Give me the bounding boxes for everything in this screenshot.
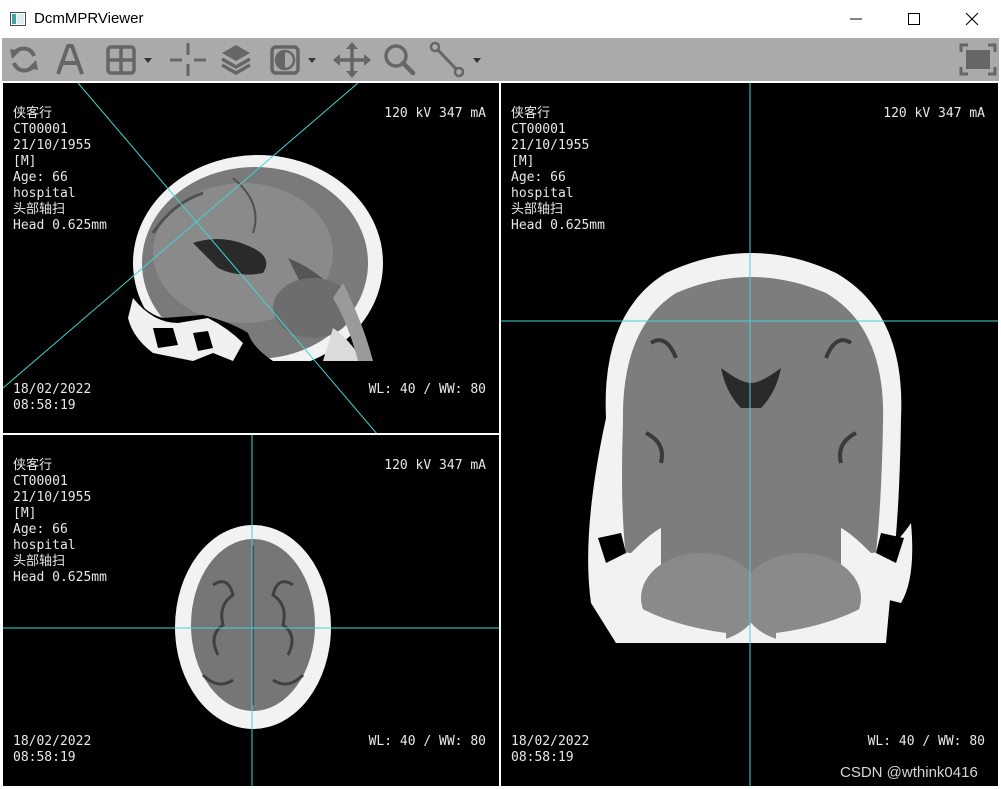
measure-tool-button[interactable] [428, 41, 486, 78]
window-level-readout: WL: 40 / WW: 80 [368, 382, 486, 397]
patient-age: Age: 66 [13, 170, 68, 185]
magnifier-icon [384, 44, 416, 76]
study-date: 18/02/2022 [13, 382, 92, 397]
patient-name: 侠客行 [511, 106, 551, 121]
minimize-button[interactable] [827, 0, 885, 38]
birth-date: 21/10/1955 [13, 490, 92, 505]
study-datetime-overlay: 18/02/2022 08:58:19 [13, 382, 91, 414]
study-time: 08:58:19 [511, 750, 574, 765]
reset-tool-button[interactable] [6, 41, 42, 78]
institution: hospital [511, 186, 574, 201]
patient-info-overlay: 侠客行 CT00001 21/10/1955 [M] Age: 66 hospi… [13, 106, 107, 234]
patient-age: Age: 66 [511, 170, 566, 185]
grid-icon [106, 45, 152, 75]
institution: hospital [13, 538, 76, 553]
study-description: 头部轴扫 [511, 202, 564, 217]
contrast-icon [270, 45, 316, 75]
birth-date: 21/10/1955 [511, 138, 590, 153]
patient-sex: [M] [13, 506, 37, 521]
layout-tool-button[interactable] [104, 41, 156, 78]
study-datetime-overlay: 18/02/2022 08:58:19 [13, 734, 91, 766]
axial-viewport[interactable]: 侠客行 CT00001 21/10/1955 [M] Age: 66 hospi… [2, 434, 500, 787]
minimize-icon [850, 18, 862, 20]
crosshair-icon [170, 43, 206, 76]
series-description: Head 0.625mm [13, 570, 107, 585]
acquisition-params: 120 kV 347 mA [384, 106, 486, 121]
patient-id: CT00001 [13, 122, 68, 137]
birth-date: 21/10/1955 [13, 138, 92, 153]
sagittal-viewport[interactable]: 侠客行 CT00001 21/10/1955 [M] Age: 66 hospi… [2, 82, 500, 434]
patient-name: 侠客行 [13, 106, 53, 121]
crosshair-tool-button[interactable] [168, 41, 208, 78]
study-datetime-overlay: 18/02/2022 08:58:19 [511, 734, 589, 766]
patient-age: Age: 66 [13, 522, 68, 537]
toolbar [2, 38, 999, 81]
layers-icon [221, 45, 251, 76]
window-level-readout: WL: 40 / WW: 80 [368, 734, 486, 749]
acquisition-params: 120 kV 347 mA [384, 458, 486, 473]
study-time: 08:58:19 [13, 750, 76, 765]
text-a-icon [56, 44, 84, 75]
patient-id: CT00001 [13, 474, 68, 489]
acquisition-params: 120 kV 347 mA [883, 106, 985, 121]
move-icon [333, 42, 371, 78]
app-window-icon [10, 11, 26, 27]
refresh-icon [10, 46, 38, 73]
watermark-text: CSDN @wthink0416 [840, 764, 978, 781]
study-description: 头部轴扫 [13, 554, 66, 569]
fullscreen-icon [959, 43, 997, 76]
title-bar: DcmMPRViewer [0, 0, 1001, 38]
ruler-line-icon [429, 41, 481, 78]
institution: hospital [13, 186, 76, 201]
series-description: Head 0.625mm [511, 218, 605, 233]
window-level-tool-button[interactable] [268, 41, 320, 78]
close-icon [965, 12, 979, 26]
zoom-tool-button[interactable] [380, 41, 418, 78]
study-time: 08:58:19 [13, 398, 76, 413]
study-date: 18/02/2022 [13, 734, 92, 749]
pan-tool-button[interactable] [332, 41, 372, 78]
patient-id: CT00001 [511, 122, 566, 137]
maximize-button[interactable] [885, 0, 943, 38]
close-button[interactable] [943, 0, 1001, 38]
annotation-tool-button[interactable] [52, 41, 88, 78]
patient-sex: [M] [511, 154, 535, 169]
patient-sex: [M] [13, 154, 37, 169]
patient-name: 侠客行 [13, 458, 53, 473]
study-date: 18/02/2022 [511, 734, 590, 749]
coronal-viewport[interactable]: 侠客行 CT00001 21/10/1955 [M] Age: 66 hospi… [500, 82, 999, 787]
window-title: DcmMPRViewer [34, 10, 144, 27]
fullscreen-tool-button[interactable] [958, 41, 998, 78]
layers-tool-button[interactable] [218, 41, 254, 78]
patient-info-overlay: 侠客行 CT00001 21/10/1955 [M] Age: 66 hospi… [511, 106, 605, 234]
window-level-readout: WL: 40 / WW: 80 [867, 734, 985, 749]
maximize-icon [908, 13, 920, 25]
series-description: Head 0.625mm [13, 218, 107, 233]
study-description: 头部轴扫 [13, 202, 66, 217]
patient-info-overlay: 侠客行 CT00001 21/10/1955 [M] Age: 66 hospi… [13, 458, 107, 586]
